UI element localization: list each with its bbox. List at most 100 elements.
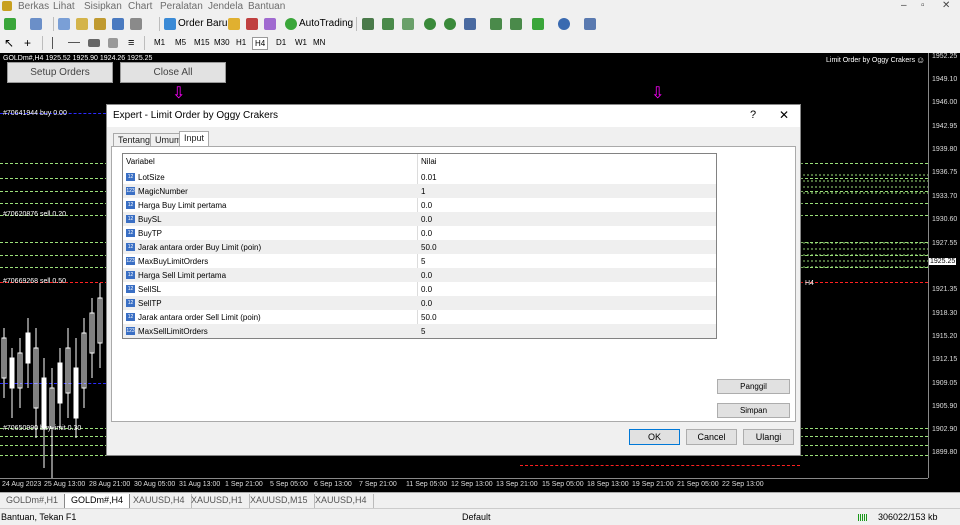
param-row[interactable]: 12 Jarak antara order Buy Limit (poin) 50.…: [123, 240, 716, 254]
param-value[interactable]: 0.01: [421, 173, 437, 182]
vertical-line-icon[interactable]: [52, 35, 53, 50]
market-watch-icon[interactable]: [58, 16, 70, 31]
timeframe-h1[interactable]: H1: [234, 37, 248, 48]
param-row[interactable]: 12 Harga Buy Limit pertama 0.0: [123, 198, 716, 212]
timeframe-h4[interactable]: H4: [252, 37, 269, 50]
line-chart-icon[interactable]: [402, 16, 414, 31]
param-value[interactable]: 0.0: [421, 285, 432, 294]
minimize-icon[interactable]: –: [901, 0, 907, 11]
horizontal-line-icon[interactable]: [68, 35, 80, 50]
price-tick: 1902.90: [932, 426, 958, 433]
tile-windows-icon[interactable]: [464, 16, 476, 31]
param-value[interactable]: 5: [421, 257, 425, 266]
close-window-icon[interactable]: ✕: [942, 0, 950, 11]
close-icon[interactable]: ✕: [779, 108, 789, 122]
reset-button[interactable]: Ulangi: [743, 429, 794, 445]
ok-button[interactable]: OK: [629, 429, 680, 445]
load-button[interactable]: Panggil: [717, 379, 790, 394]
cursor-icon[interactable]: ↖: [4, 35, 14, 50]
periods-icon[interactable]: [558, 16, 570, 31]
indicators-icon[interactable]: [532, 16, 544, 31]
zoom-in-icon[interactable]: [424, 16, 436, 31]
param-row[interactable]: 12 SellTP 0.0: [123, 296, 716, 310]
param-row[interactable]: 12 BuySL 0.0: [123, 212, 716, 226]
autotrading-button[interactable]: AutoTrading: [285, 16, 353, 31]
metaeditor-icon[interactable]: [228, 16, 240, 31]
param-row[interactable]: 123 MagicNumber 1: [123, 184, 716, 198]
auto-scroll-icon[interactable]: [490, 16, 502, 31]
menu-bantuan[interactable]: Bantuan: [248, 1, 285, 12]
zoom-out-icon[interactable]: [444, 16, 456, 31]
menu-berkas[interactable]: Berkas: [18, 1, 49, 12]
new-chart-icon[interactable]: [4, 16, 16, 31]
tab-xauusd-h4[interactable]: XAUUSD,H4: [127, 494, 192, 509]
timeframe-w1[interactable]: W1: [293, 37, 309, 48]
time-tick: 25 Aug 13:00: [44, 481, 86, 488]
menu-lihat[interactable]: Lihat: [53, 1, 75, 12]
time-tick: 24 Aug 2023: [2, 481, 42, 488]
cancel-button[interactable]: Cancel: [686, 429, 737, 445]
time-tick: 1 Sep 21:00: [225, 481, 263, 488]
save-button[interactable]: Simpan: [717, 403, 790, 418]
chart-tabs: GOLDm#,H1 GOLDm#,H4 XAUUSD,H4 XAUUSD,H1 …: [0, 492, 960, 510]
param-row[interactable]: 12 Harga Sell Limit pertama 0.0: [123, 268, 716, 282]
setup-orders-button[interactable]: Setup Orders: [7, 62, 113, 83]
order-label: #70620876 sell 0.20: [3, 211, 67, 218]
tester-icon[interactable]: [130, 16, 142, 31]
navigator-icon[interactable]: [94, 16, 106, 31]
draw-toolbar: ↖ + ≡ M1 M5 M15 M30 H1 H4 D1 W1 MN: [0, 33, 960, 54]
double-type-icon: 12: [126, 285, 135, 293]
menu-peralatan[interactable]: Peralatan: [160, 1, 203, 12]
restore-icon[interactable]: ▫: [921, 0, 925, 11]
profiles-icon[interactable]: [30, 16, 42, 31]
param-row[interactable]: 123 MaxSellLimitOrders 5: [123, 324, 716, 338]
param-value[interactable]: 0.0: [421, 229, 432, 238]
param-value[interactable]: 0.0: [421, 271, 432, 280]
param-name: MaxBuyLimitOrders: [138, 257, 209, 266]
terminal-icon[interactable]: [112, 16, 124, 31]
param-row[interactable]: 12 Jarak antara order Sell Limit (poin) 50…: [123, 310, 716, 324]
data-window-icon[interactable]: [76, 16, 88, 31]
tab-xauusd-h4-2[interactable]: XAUUSD,H4: [309, 494, 374, 509]
param-value[interactable]: 50.0: [421, 313, 437, 322]
param-value[interactable]: 50.0: [421, 243, 437, 252]
menu-chart[interactable]: Chart: [128, 1, 152, 12]
timeframe-m15[interactable]: M15: [192, 37, 212, 48]
signals-icon[interactable]: [246, 16, 258, 31]
param-row[interactable]: 12 BuyTP 0.0: [123, 226, 716, 240]
order-baru-button[interactable]: Order Baru: [164, 16, 227, 31]
timeframe-mn[interactable]: MN: [311, 37, 327, 48]
time-tick: 19 Sep 21:00: [632, 481, 674, 488]
tab-goldm-h1[interactable]: GOLDm#,H1: [0, 494, 66, 509]
fibonacci-icon[interactable]: [108, 35, 118, 50]
crosshair-icon[interactable]: +: [24, 35, 31, 50]
int-type-icon: 123: [126, 327, 135, 335]
templates-icon[interactable]: [584, 16, 596, 31]
tab-xauusd-h1[interactable]: XAUUSD,H1: [185, 494, 250, 509]
param-row[interactable]: 12 SellSL 0.0: [123, 282, 716, 296]
candlestick-icon[interactable]: [382, 16, 394, 31]
close-all-button[interactable]: Close All: [120, 62, 226, 83]
param-value[interactable]: 0.0: [421, 201, 432, 210]
timeframe-d1[interactable]: D1: [274, 37, 288, 48]
ea-label: Limit Order by Oggy Crakers: [826, 57, 916, 64]
rectangle-icon[interactable]: [88, 35, 100, 50]
text-tool-icon[interactable]: ≡: [128, 35, 134, 50]
menu-jendela[interactable]: Jendela: [208, 1, 243, 12]
market-icon[interactable]: [264, 16, 276, 31]
bar-chart-icon[interactable]: [362, 16, 374, 31]
param-value[interactable]: 0.0: [421, 299, 432, 308]
tab-xauusd-m15[interactable]: XAUUSD,M15: [244, 494, 315, 509]
timeframe-m1[interactable]: M1: [152, 37, 167, 48]
param-value[interactable]: 1: [421, 187, 425, 196]
chart-shift-icon[interactable]: [510, 16, 522, 31]
param-row[interactable]: 123 MaxBuyLimitOrders 5: [123, 254, 716, 268]
time-tick: 12 Sep 13:00: [451, 481, 493, 488]
timeframe-m5[interactable]: M5: [173, 37, 188, 48]
help-icon[interactable]: ?: [750, 109, 756, 121]
param-value[interactable]: 5: [421, 327, 425, 336]
timeframe-m30[interactable]: M30: [212, 37, 232, 48]
param-value[interactable]: 0.0: [421, 215, 432, 224]
param-row[interactable]: 12 LotSize 0.01: [123, 170, 716, 184]
menu-sisipkan[interactable]: Sisipkan: [84, 1, 122, 12]
